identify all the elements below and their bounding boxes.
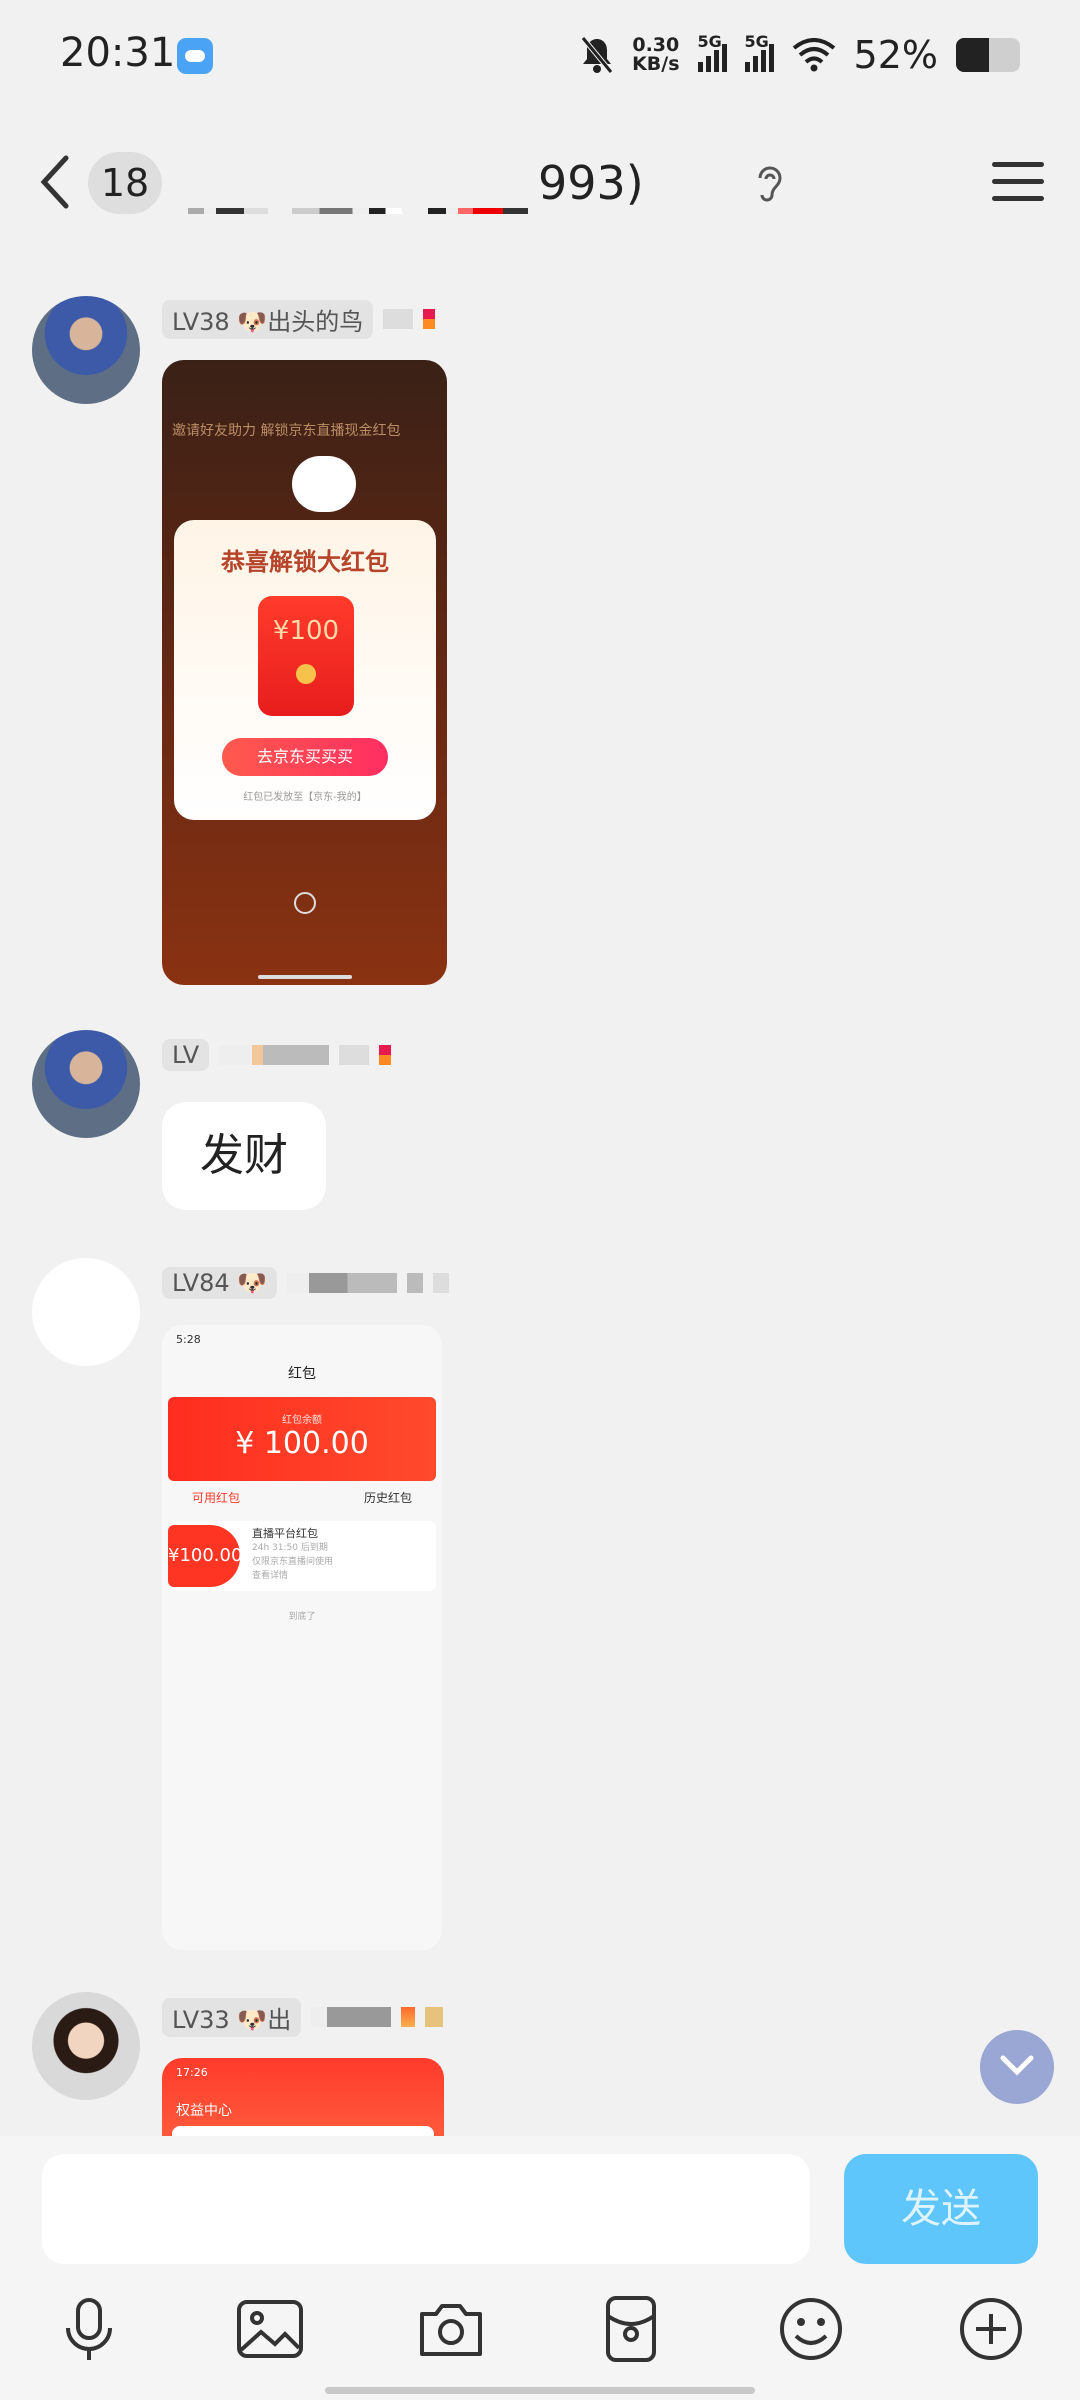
wifi-icon — [792, 38, 835, 72]
mic-icon[interactable] — [54, 2294, 124, 2364]
card-title: 恭喜解锁大红包 — [221, 548, 389, 576]
chat-header: 18 993) — [0, 118, 1080, 248]
composer: 发送 — [0, 2136, 1080, 2400]
level-badge: LV38 🐶出头的鸟 — [162, 299, 374, 339]
close-icon — [294, 892, 316, 914]
unread-count-badge[interactable]: 18 — [88, 152, 162, 214]
menu-icon[interactable] — [992, 162, 1044, 202]
red-packet-graphic: ¥100 — [258, 596, 354, 716]
sender-name: LV38 🐶出头的鸟 — [162, 299, 436, 339]
text-message[interactable]: 发财 — [162, 1102, 326, 1210]
image-message[interactable]: 17:26 权益中心 — [162, 2058, 444, 2138]
level-badge: LV — [162, 1039, 210, 1071]
status-bar: 20:31 0.30 KB/s 5G 5G 52% — [0, 0, 1080, 118]
chevron-down-icon — [1000, 2055, 1034, 2076]
avatar[interactable] — [32, 1992, 140, 2100]
home-indicator[interactable] — [325, 2387, 755, 2394]
emoji-icon[interactable] — [776, 2294, 846, 2364]
plus-icon[interactable] — [956, 2294, 1026, 2364]
red-packet-icon[interactable] — [596, 2294, 666, 2364]
group-title-text: 993) — [538, 156, 644, 210]
signal-2-icon: 5G — [744, 32, 774, 72]
app-notification-icon — [177, 38, 213, 74]
scroll-to-bottom-button[interactable] — [980, 2030, 1054, 2104]
image-icon[interactable] — [235, 2294, 305, 2364]
sender-name: LV — [162, 1036, 392, 1074]
shop-button: 去京东买买买 — [222, 738, 388, 776]
image-message[interactable]: 5:28 红包 红包余额 ¥ 100.00 可用红包 历史红包 ¥100.00 … — [162, 1325, 442, 1950]
level-badge: LV84 🐶 — [162, 1267, 278, 1299]
signal-1-icon: 5G — [697, 32, 727, 72]
send-button[interactable]: 发送 — [844, 2154, 1038, 2264]
coupon-row: ¥100.00 直播平台红包 24h 31:50 后到期 仅限京东直播间使用 查… — [168, 1521, 436, 1591]
back-arrow-icon[interactable] — [36, 152, 76, 212]
image-banner-text: 邀请好友助力 解锁京东直播现金红包 — [172, 423, 401, 439]
ear-mode-icon[interactable] — [754, 162, 786, 206]
avatar[interactable] — [32, 1030, 140, 1138]
reward-card: 恭喜解锁大红包 ¥100 去京东买买买 红包已发放至【京东-我的】 — [174, 520, 436, 820]
level-badge: LV33 🐶出 — [162, 1997, 302, 2037]
balance-hero: 红包余额 ¥ 100.00 — [168, 1397, 436, 1481]
avatar[interactable] — [32, 1258, 140, 1366]
card-note: 红包已发放至【京东-我的】 — [243, 792, 367, 803]
image-tabs: 可用红包 历史红包 — [192, 1491, 412, 1505]
mute-bell-icon — [581, 36, 613, 74]
status-right: 0.30 KB/s 5G 5G 52% — [580, 30, 1020, 80]
sender-name: LV84 🐶 — [162, 1264, 450, 1302]
mascot-illustration — [292, 456, 356, 512]
status-time: 20:31 — [60, 30, 176, 76]
image-nav-title: 红包 — [288, 1366, 316, 1382]
avatar[interactable] — [32, 296, 140, 404]
net-speed: 0.30 KB/s — [632, 34, 680, 75]
group-title[interactable]: 993) — [184, 152, 804, 214]
message-input[interactable] — [42, 2154, 810, 2264]
camera-icon[interactable] — [416, 2294, 486, 2364]
title-mosaic — [188, 208, 268, 214]
sender-name: LV33 🐶出 — [162, 1997, 444, 2037]
image-message[interactable]: 邀请好友助力 解锁京东直播现金红包 恭喜解锁大红包 ¥100 去京东买买买 红包… — [162, 360, 447, 985]
battery-percent: 52% — [853, 33, 938, 77]
battery-icon — [956, 38, 1020, 72]
